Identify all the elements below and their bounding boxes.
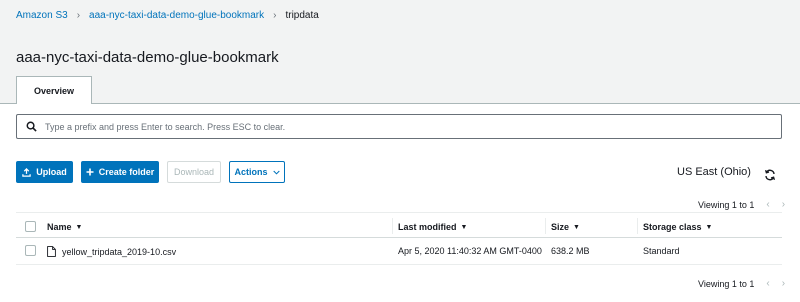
column-header-last-modified[interactable]: Last modified ▼ [398,222,467,232]
tab-overview[interactable]: Overview [16,76,92,105]
select-all-checkbox[interactable] [25,221,36,232]
column-header-label: Size [551,222,570,232]
plus-icon [86,168,94,176]
column-header-size[interactable]: Size ▼ [551,222,580,232]
breadcrumb-separator: › [76,10,81,21]
sort-caret-icon: ▼ [705,223,713,231]
chevron-down-icon [272,170,280,175]
chevron-right-icon[interactable]: › [782,278,785,289]
actions-button[interactable]: Actions [229,161,285,183]
row-checkbox[interactable] [25,245,36,256]
column-header-label: Name [47,222,72,232]
size-cell: 638.2 MB [551,246,590,256]
actions-label: Actions [234,167,268,177]
sort-caret-icon: ▼ [460,223,468,231]
column-header-label: Storage class [643,222,702,232]
pagination-bottom: Viewing 1 to 1 ‹ › [698,278,785,289]
sort-caret-icon: ▼ [573,223,580,231]
chevron-left-icon[interactable]: ‹ [766,199,769,210]
create-folder-label: Create folder [98,167,155,177]
sort-caret-icon: ▼ [75,223,83,231]
create-folder-button[interactable]: Create folder [81,161,159,183]
upload-button[interactable]: Upload [16,161,73,183]
column-header-storage-class[interactable]: Storage class ▼ [643,222,712,232]
page-title: aaa-nyc-taxi-data-demo-glue-bookmark [16,49,279,66]
breadcrumb-separator: › [273,10,277,21]
search-input[interactable] [45,121,781,132]
search-box[interactable] [16,114,782,139]
column-header-label: Last modified [398,222,457,232]
tabs-bar: Overview [0,76,800,105]
column-separator [392,218,393,234]
file-name: yellow_tripdata_2019-10.csv [62,246,177,257]
breadcrumb-current-folder: tripdata [285,10,319,21]
table-header-divider [16,237,782,238]
refresh-icon[interactable] [763,168,777,182]
pagination-top: Viewing 1 to 1 ‹ › [698,199,785,210]
column-separator [545,218,546,234]
download-button[interactable]: Download [167,161,221,183]
column-separator [637,218,638,234]
file-icon [47,246,56,257]
pagination-text: Viewing 1 to 1 [698,278,755,289]
chevron-left-icon[interactable]: ‹ [766,278,769,289]
breadcrumb-bucket[interactable]: aaa-nyc-taxi-data-demo-glue-bookmark [89,10,264,21]
search-icon [17,115,45,138]
table-row-name-cell[interactable]: yellow_tripdata_2019-10.csv [47,246,176,257]
column-header-name[interactable]: Name ▼ [47,222,82,232]
last-modified-cell: Apr 5, 2020 11:40:32 AM GMT-0400 [398,246,542,256]
table-top-divider [16,212,782,213]
upload-label: Upload [36,167,67,177]
table-row-divider [16,264,782,265]
breadcrumb-amazon-s3[interactable]: Amazon S3 [16,10,68,21]
region-label: US East (Ohio) [677,166,751,178]
upload-icon [22,167,31,177]
breadcrumb: Amazon S3 › aaa-nyc-taxi-data-demo-glue-… [16,10,319,21]
pagination-text: Viewing 1 to 1 [698,199,755,210]
storage-class-cell: Standard [643,246,680,256]
chevron-right-icon[interactable]: › [782,199,785,210]
